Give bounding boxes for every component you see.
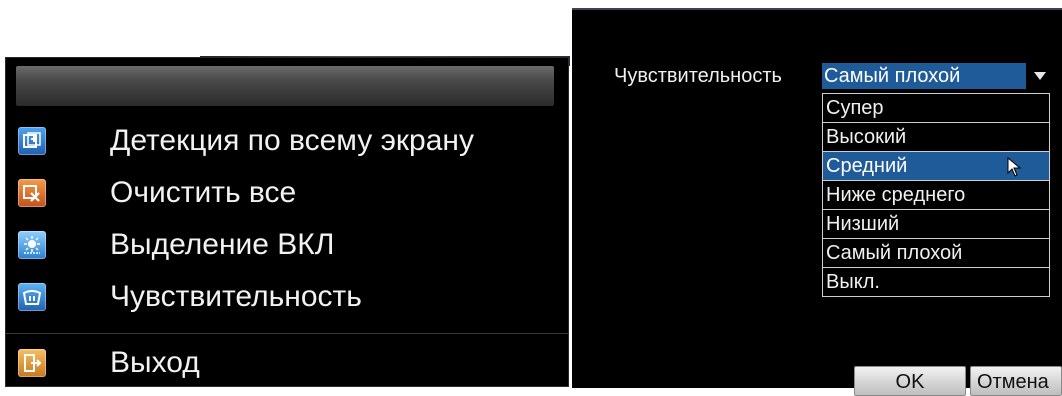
exit-icon bbox=[18, 349, 46, 377]
dropdown-option[interactable]: Супер bbox=[823, 94, 1049, 123]
dropdown-option[interactable]: Низший bbox=[823, 210, 1049, 239]
fullscreen-detect-icon bbox=[18, 127, 46, 155]
menu-item-label: Очистить все bbox=[110, 176, 297, 209]
dropdown-option[interactable]: Ниже среднего bbox=[823, 181, 1049, 210]
sensitivity-dialog: Чувствительность Самый плохой Супер Высо… bbox=[572, 8, 1062, 396]
menu-item-fullscreen-detection[interactable]: Детекция по всему экрану bbox=[6, 116, 568, 168]
dropdown-option-label: Средний bbox=[826, 155, 908, 177]
context-menu: Детекция по всему экрану Очистить все Вы… bbox=[6, 58, 568, 386]
dropdown-option-highlighted[interactable]: Средний bbox=[823, 152, 1049, 181]
menu-item-highlight-on[interactable]: Выделение ВКЛ bbox=[6, 220, 568, 272]
dropdown-option[interactable]: Высокий bbox=[823, 123, 1049, 152]
menu-item-label: Чувствительность bbox=[110, 280, 362, 313]
sensitivity-icon bbox=[18, 283, 46, 311]
chevron-down-icon bbox=[1034, 72, 1046, 80]
menu-item-label: Выделение ВКЛ bbox=[110, 228, 335, 261]
menu-item-exit[interactable]: Выход bbox=[6, 338, 568, 390]
menu-item-clear-all[interactable]: Очистить все bbox=[6, 168, 568, 220]
sensitivity-label: Чувствительность bbox=[614, 65, 782, 87]
sensitivity-select-value: Самый плохой bbox=[822, 63, 1026, 89]
menu-item-label: Детекция по всему экрану bbox=[110, 124, 474, 157]
highlight-on-icon bbox=[18, 231, 46, 259]
mouse-cursor-icon bbox=[1007, 157, 1021, 177]
dropdown-option[interactable]: Самый плохой bbox=[823, 239, 1049, 268]
menu-item-sensitivity[interactable]: Чувствительность bbox=[6, 272, 568, 324]
menu-divider bbox=[6, 333, 568, 334]
menu-header-bar bbox=[16, 66, 554, 106]
menu-item-label: Выход bbox=[110, 346, 200, 379]
ok-button[interactable]: OK bbox=[854, 366, 966, 396]
dropdown-option[interactable]: Выкл. bbox=[823, 268, 1049, 296]
clear-all-icon bbox=[18, 179, 46, 207]
cancel-button[interactable]: Отмена bbox=[970, 366, 1062, 396]
sensitivity-select[interactable]: Самый плохой bbox=[822, 63, 1052, 89]
sensitivity-dropdown-list: Супер Высокий Средний Ниже среднего Низш… bbox=[822, 93, 1050, 297]
dropdown-arrow-button[interactable] bbox=[1028, 63, 1052, 89]
